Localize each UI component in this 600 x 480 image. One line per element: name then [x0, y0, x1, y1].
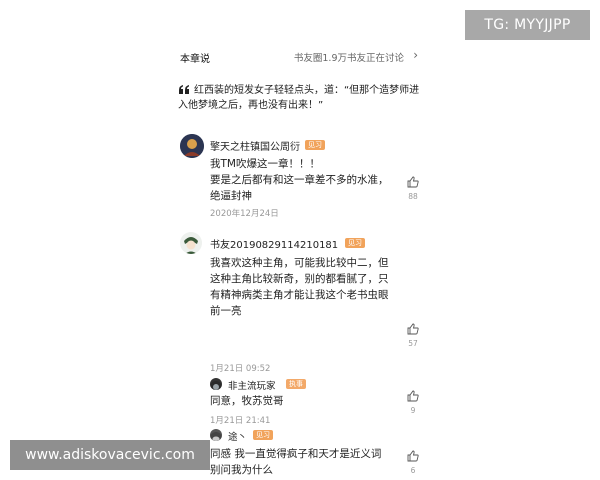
thumbs-up-icon [407, 323, 419, 335]
comment-date: 2020年12月24日 [210, 209, 279, 219]
panel-header[interactable]: 本章说 书友圈1.9万书友正在讨论 › [168, 48, 420, 66]
level-badge: 见习 [345, 238, 365, 248]
watermark-top-right: TG: MYYJJPP [465, 10, 590, 40]
like-button[interactable]: 6 [406, 450, 420, 475]
avatar-icon[interactable] [180, 134, 204, 158]
comment-text: 我喜欢这种主角，可能我比较中二，但这种主角比较新奇，别的都看腻了，只有精神病类主… [210, 257, 389, 317]
like-button[interactable]: 88 [406, 176, 420, 201]
thumbs-up-icon [407, 390, 419, 402]
watermark-bottom-left: www.adiskovacevic.com [10, 440, 210, 470]
avatar-icon[interactable] [180, 232, 202, 254]
like-count: 6 [410, 466, 416, 475]
thumbs-up-icon [407, 450, 419, 462]
comment-username[interactable]: 擎天之柱镇国公周衍 [210, 138, 300, 153]
like-count: 9 [410, 406, 416, 415]
like-count: 57 [408, 339, 418, 348]
thumbs-up-icon [407, 176, 419, 188]
reply-text: 同意，牧苏觉哥 [210, 395, 284, 407]
comment-username[interactable]: 书友20190829114210181 [210, 236, 338, 251]
like-button[interactable]: 9 [406, 390, 420, 415]
reply-date: 1月21日 21:41 [210, 416, 271, 426]
chapter-comments-panel: 本章说 书友圈1.9万书友正在讨论 › 红西装的短发女子轻轻点头，道：“但那个造… [168, 40, 432, 480]
like-count: 88 [408, 192, 418, 201]
avatar-icon[interactable] [210, 429, 222, 441]
chevron-right-icon[interactable]: › [413, 48, 418, 62]
reply-text: 同感 我一直觉得疯子和天才是近义词 别问我为什么 [210, 448, 382, 476]
level-badge: 见习 [253, 430, 273, 440]
role-badge: 执事 [286, 379, 306, 389]
reply-username[interactable]: 非主流玩家 [228, 378, 276, 392]
panel-title: 本章说 [180, 54, 210, 65]
reply-username[interactable]: 途丶 [228, 429, 247, 443]
discussion-count[interactable]: 书友圈1.9万书友正在讨论 [294, 50, 404, 64]
quote-text: 红西装的短发女子轻轻点头，道：“但那个造梦师进入他梦境之后，再也没有出来！” [178, 85, 420, 111]
like-button[interactable]: 57 [406, 323, 420, 348]
comment-date: 1月21日 09:52 [210, 364, 271, 374]
avatar-icon[interactable] [210, 378, 222, 390]
comment-text: 我TM吹爆这一章！！！ 要是之后都有和这一章差不多的水准，绝逼封神 [210, 158, 389, 202]
level-badge: 见习 [305, 140, 325, 150]
